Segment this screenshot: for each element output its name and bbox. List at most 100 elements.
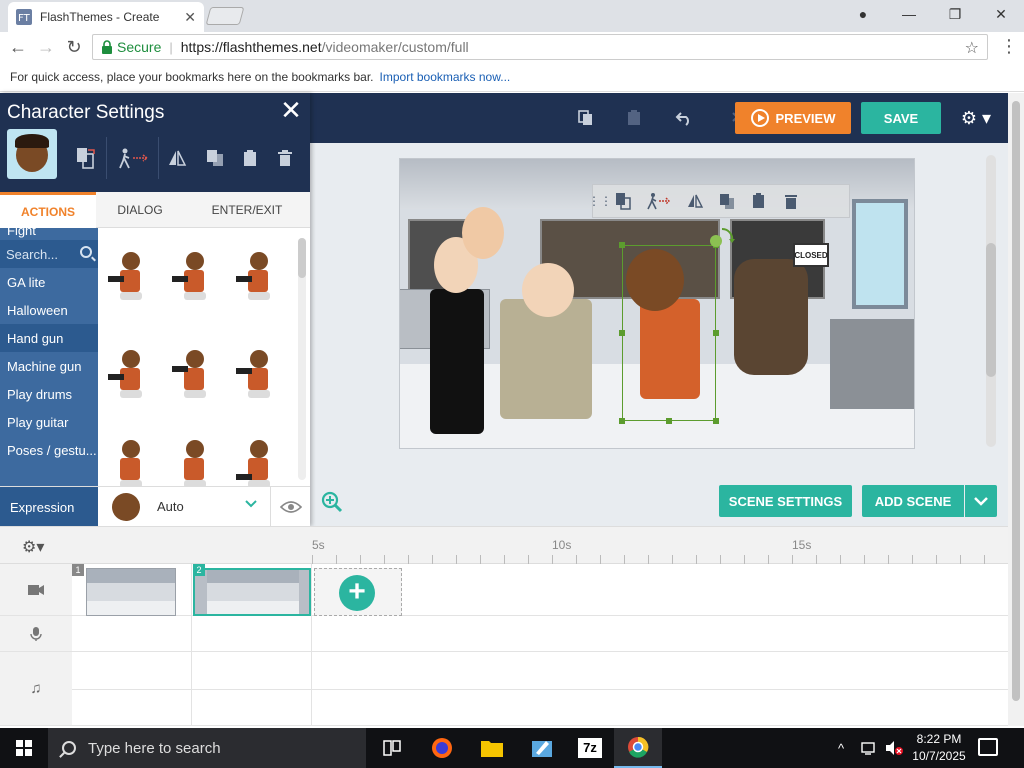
tab-actions[interactable]: ACTIONS (0, 192, 96, 228)
rotate-handle-icon[interactable] (706, 223, 738, 251)
paste-icon[interactable] (743, 184, 775, 218)
browser-tab[interactable]: FT FlashThemes - Create ✕ (8, 2, 204, 32)
category-halloween[interactable]: Halloween (0, 296, 98, 324)
action-thumbnail[interactable] (236, 346, 280, 402)
action-thumbnail[interactable] (236, 436, 280, 486)
new-tab-button[interactable] (205, 7, 245, 25)
add-scene-button[interactable]: ADD SCENE (862, 485, 964, 517)
bookmark-star-icon[interactable]: ☆ (965, 38, 979, 58)
paint-icon[interactable] (518, 728, 566, 768)
category-fight[interactable]: Fight (0, 228, 98, 240)
category-poses-gestures[interactable]: Poses / gestu... (0, 436, 98, 464)
delete-icon[interactable] (775, 184, 807, 218)
scene-clip-selected[interactable] (193, 568, 311, 616)
network-icon[interactable] (860, 728, 878, 768)
system-clock[interactable]: 8:22 PM 10/7/2025 (908, 731, 970, 765)
resize-handle[interactable] (619, 330, 625, 336)
action-thumbnail[interactable] (108, 248, 152, 304)
category-machine-gun[interactable]: Machine gun (0, 352, 98, 380)
character-avatar[interactable] (7, 129, 57, 179)
stage-scroll-thumb[interactable] (986, 243, 996, 377)
resize-handle[interactable] (619, 242, 625, 248)
timeline-settings-icon[interactable]: ⚙▾ (22, 537, 44, 557)
7zip-icon[interactable]: 7z (566, 728, 614, 768)
thumbnail-scroll-thumb[interactable] (298, 238, 306, 278)
add-scene-dropdown-icon[interactable] (965, 485, 997, 517)
resize-handle[interactable] (619, 418, 625, 424)
drag-handle-icon[interactable]: ⋮⋮ (588, 184, 612, 218)
page-scrollbar[interactable] (1008, 93, 1024, 726)
resize-handle[interactable] (713, 330, 719, 336)
action-search-input[interactable]: Search... (0, 240, 98, 268)
resize-handle[interactable] (666, 418, 672, 424)
add-icon[interactable]: + (339, 575, 375, 611)
scene-clip[interactable] (86, 568, 176, 616)
tray-overflow-icon[interactable]: ^ (838, 728, 844, 768)
action-thumbnail[interactable] (108, 346, 152, 402)
flip-icon[interactable] (679, 184, 711, 218)
tab-dialog[interactable]: DIALOG (96, 192, 184, 228)
action-thumbnail[interactable] (236, 248, 280, 304)
restore-button[interactable]: ❐ (932, 0, 978, 28)
swap-character-icon[interactable] (72, 145, 98, 171)
save-button[interactable]: SAVE (861, 102, 941, 134)
eye-icon[interactable] (270, 487, 310, 527)
flip-icon[interactable] (164, 145, 190, 171)
back-button[interactable]: ← (4, 33, 32, 61)
voice-track[interactable] (72, 616, 1008, 652)
reload-button[interactable]: ↻ (60, 33, 88, 61)
notifications-icon[interactable] (978, 738, 998, 756)
import-bookmarks-link[interactable]: Import bookmarks now... (380, 70, 511, 84)
page-scroll-thumb[interactable] (1012, 101, 1020, 701)
expression-select[interactable]: Auto (157, 499, 184, 514)
copy-icon[interactable] (574, 106, 598, 130)
walk-motion-icon[interactable] (114, 145, 154, 171)
action-thumbnail[interactable] (108, 436, 152, 486)
action-thumbnail[interactable] (172, 248, 216, 304)
chevron-down-icon[interactable] (244, 497, 258, 511)
chrome-icon[interactable] (614, 728, 662, 768)
music-track-2[interactable] (72, 690, 1008, 726)
close-window-button[interactable]: ✕ (978, 0, 1024, 28)
preview-button[interactable]: PREVIEW (735, 102, 851, 134)
firefox-icon[interactable] (418, 728, 466, 768)
copy-icon[interactable] (711, 184, 743, 218)
category-hand-gun[interactable]: Hand gun (0, 324, 98, 352)
category-play-guitar[interactable]: Play guitar (0, 408, 98, 436)
taskbar-search-input[interactable]: Type here to search (48, 728, 366, 768)
undo-icon[interactable] (672, 106, 696, 130)
browser-menu-icon[interactable]: ⋮ (1000, 36, 1018, 57)
paste-icon[interactable] (238, 145, 264, 171)
action-thumbnail[interactable] (172, 346, 216, 402)
forward-button[interactable]: → (32, 33, 60, 61)
task-view-icon[interactable] (368, 728, 416, 768)
category-ga-lite[interactable]: GA lite (0, 268, 98, 296)
copy-icon[interactable] (202, 145, 228, 171)
file-explorer-icon[interactable] (468, 728, 516, 768)
tab-enter-exit[interactable]: ENTER/EXIT (184, 192, 310, 228)
music-track[interactable] (72, 652, 1008, 690)
account-icon[interactable]: ● (840, 0, 886, 28)
character-businessman[interactable] (430, 289, 484, 434)
character-bear[interactable] (734, 259, 808, 375)
minimize-button[interactable]: — (886, 0, 932, 28)
category-play-drums[interactable]: Play drums (0, 380, 98, 408)
scene-settings-button[interactable]: SCENE SETTINGS (719, 485, 852, 517)
settings-gear-icon[interactable]: ⚙ ▾ (956, 105, 996, 131)
tab-close-icon[interactable]: ✕ (184, 9, 196, 26)
delete-icon[interactable] (272, 145, 298, 171)
character-soldier[interactable] (500, 299, 592, 419)
paste-icon[interactable] (622, 106, 646, 130)
stage-vertical-scrollbar[interactable] (986, 155, 996, 447)
resize-handle[interactable] (713, 418, 719, 424)
action-thumbnail[interactable] (172, 436, 216, 486)
thumbnail-scrollbar[interactable] (298, 238, 306, 480)
address-bar[interactable]: Secure | https://flashthemes.net/videoma… (92, 34, 988, 60)
volume-muted-icon[interactable] (884, 728, 904, 768)
walk-motion-icon[interactable] (639, 184, 679, 218)
close-panel-icon[interactable]: ✕ (279, 97, 303, 123)
start-button[interactable] (0, 728, 48, 768)
swap-character-icon[interactable] (607, 184, 639, 218)
selection-box[interactable] (622, 245, 716, 421)
zoom-in-icon[interactable] (320, 490, 344, 514)
